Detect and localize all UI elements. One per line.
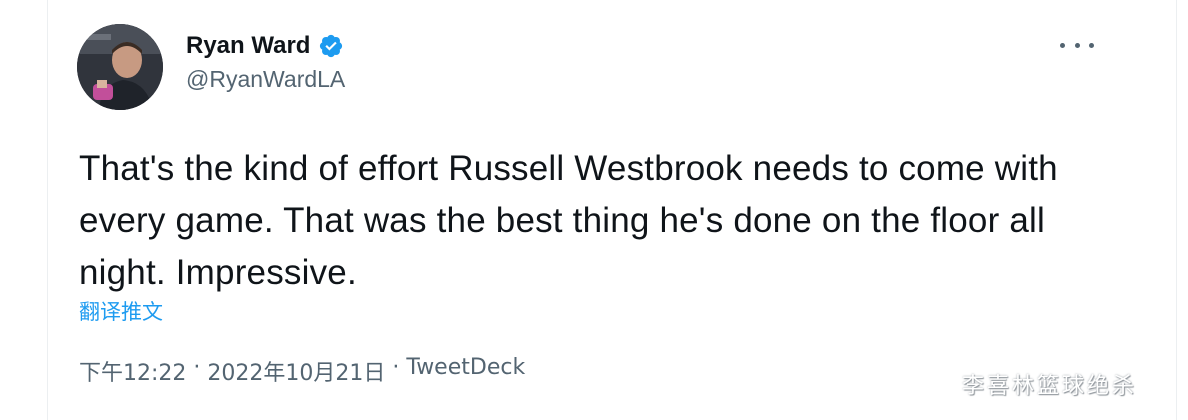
tweet-metadata: 下午12:22 · 2022年10月21日 · TweetDeck — [79, 355, 525, 387]
card-divider-right — [1176, 0, 1177, 420]
meta-separator: · — [392, 355, 400, 380]
more-dot — [1089, 42, 1094, 48]
tweet-time[interactable]: 下午12:22 — [79, 355, 186, 387]
more-horizontal-icon[interactable] — [1060, 32, 1094, 58]
tweet-card: Ryan Ward @RyanWardLA That's the kind of… — [0, 0, 1188, 420]
card-divider-left — [47, 0, 48, 420]
tweet-text: That's the kind of effort Russell Westbr… — [79, 149, 1058, 292]
tweet-source-link[interactable]: TweetDeck — [406, 355, 525, 387]
avatar-photo — [77, 24, 163, 110]
translate-tweet-link[interactable]: 翻译推文 — [79, 296, 163, 326]
more-dot — [1060, 42, 1065, 48]
watermark: 李喜林篮球绝杀 — [962, 374, 1138, 399]
author-handle[interactable]: @RyanWardLA — [186, 66, 345, 93]
verified-badge-icon — [318, 33, 344, 59]
author-display-name[interactable]: Ryan Ward — [186, 32, 310, 60]
avatar[interactable] — [77, 24, 163, 110]
tweet-date[interactable]: 2022年10月21日 — [207, 355, 385, 387]
more-dot — [1074, 42, 1080, 48]
meta-separator: · — [193, 355, 201, 380]
author-name-row[interactable]: Ryan Ward — [186, 28, 344, 64]
